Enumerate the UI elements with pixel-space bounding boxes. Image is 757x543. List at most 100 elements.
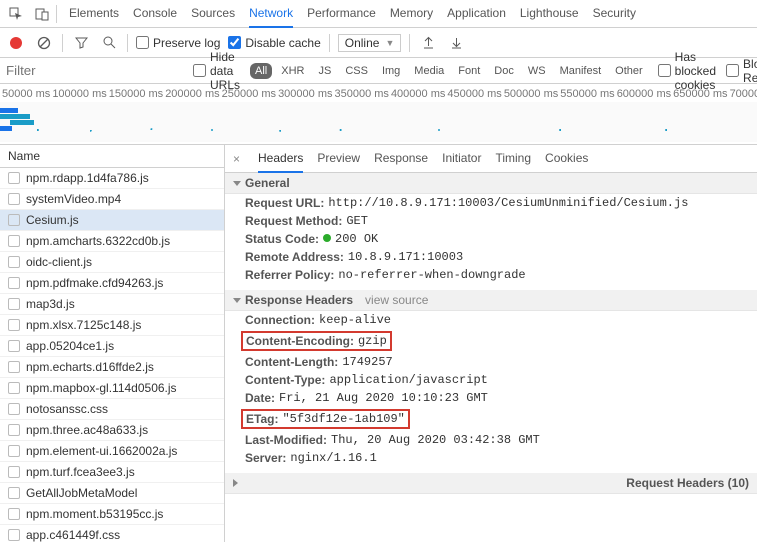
request-row[interactable]: npm.turf.fcea3ee3.js bbox=[0, 462, 224, 483]
request-row[interactable]: npm.moment.b53195cc.js bbox=[0, 504, 224, 525]
file-icon bbox=[8, 508, 20, 520]
header-key: Connection: bbox=[245, 313, 315, 327]
response-headers-section-header[interactable]: Response Headersview source bbox=[225, 290, 757, 311]
type-filter-font[interactable]: Font bbox=[453, 63, 485, 79]
filter-input[interactable] bbox=[6, 63, 183, 78]
request-name: npm.amcharts.6322cd0b.js bbox=[26, 234, 170, 248]
preserve-log-checkbox[interactable]: Preserve log bbox=[136, 36, 220, 50]
file-icon bbox=[8, 487, 20, 499]
timeline-tick: 300000 ms bbox=[276, 88, 332, 100]
type-filter-doc[interactable]: Doc bbox=[489, 63, 519, 79]
type-filter-xhr[interactable]: XHR bbox=[276, 63, 309, 79]
record-button[interactable] bbox=[6, 33, 26, 53]
timeline-overview[interactable]: 50000 ms100000 ms150000 ms200000 ms25000… bbox=[0, 84, 757, 145]
request-headers-section-header[interactable]: Request Headers (10) bbox=[225, 473, 757, 494]
request-row[interactable]: npm.amcharts.6322cd0b.js bbox=[0, 231, 224, 252]
panel-tab-application[interactable]: Application bbox=[447, 0, 506, 28]
upload-har-icon[interactable] bbox=[418, 33, 438, 53]
header-key: Content-Length: bbox=[245, 355, 338, 369]
request-row[interactable]: npm.xlsx.7125c148.js bbox=[0, 315, 224, 336]
file-icon bbox=[8, 256, 20, 268]
header-row: ETag:"5f3df12e-1ab109" bbox=[241, 409, 410, 429]
filter-bar: Hide data URLs AllXHRJSCSSImgMediaFontDo… bbox=[0, 58, 757, 84]
panel-tab-memory[interactable]: Memory bbox=[390, 0, 433, 28]
file-icon bbox=[8, 172, 20, 184]
request-row[interactable]: npm.echarts.d16ffde2.js bbox=[0, 357, 224, 378]
header-key: Server: bbox=[245, 451, 286, 465]
request-row[interactable]: npm.mapbox-gl.114d0506.js bbox=[0, 378, 224, 399]
request-row[interactable]: npm.three.ac48a633.js bbox=[0, 420, 224, 441]
detail-tab-headers[interactable]: Headers bbox=[258, 145, 303, 173]
timeline-tick: 400000 ms bbox=[389, 88, 445, 100]
disable-cache-checkbox[interactable]: Disable cache bbox=[228, 36, 320, 50]
panel-tab-elements[interactable]: Elements bbox=[69, 0, 119, 28]
request-name: npm.three.ac48a633.js bbox=[26, 423, 148, 437]
request-row[interactable]: npm.pdfmake.cfd94263.js bbox=[0, 273, 224, 294]
header-key: Remote Address: bbox=[245, 250, 344, 264]
timeline-tick: 50000 ms bbox=[0, 88, 50, 100]
devtools-toolbar: Elements Console Sources Network Performance… bbox=[0, 0, 757, 28]
header-key: Last-Modified: bbox=[245, 433, 327, 447]
detail-tab-response[interactable]: Response bbox=[374, 145, 428, 173]
file-icon bbox=[8, 445, 20, 457]
panel-tab-lighthouse[interactable]: Lighthouse bbox=[520, 0, 579, 28]
request-row[interactable]: notosanssc.css bbox=[0, 399, 224, 420]
name-column-header[interactable]: Name bbox=[0, 145, 224, 168]
detail-tab-initiator[interactable]: Initiator bbox=[442, 145, 481, 173]
request-row[interactable]: npm.element-ui.1662002a.js bbox=[0, 441, 224, 462]
hide-data-urls-checkbox[interactable]: Hide data URLs bbox=[193, 50, 240, 92]
header-value: application/javascript bbox=[329, 373, 487, 387]
request-row[interactable]: app.c461449f.css bbox=[0, 525, 224, 542]
panel-tab-security[interactable]: Security bbox=[593, 0, 636, 28]
request-row[interactable]: app.05204ce1.js bbox=[0, 336, 224, 357]
type-filter-js[interactable]: JS bbox=[313, 63, 336, 79]
request-row[interactable]: npm.rdapp.1d4fa786.js bbox=[0, 168, 224, 189]
type-filter-ws[interactable]: WS bbox=[523, 63, 551, 79]
panel-tab-performance[interactable]: Performance bbox=[307, 0, 376, 28]
close-detail-icon[interactable]: × bbox=[229, 152, 244, 166]
request-headers-title: Request Headers (10) bbox=[626, 476, 749, 490]
clear-button[interactable] bbox=[34, 33, 54, 53]
header-row: Remote Address:10.8.9.171:10003 bbox=[225, 248, 757, 266]
panel-tab-console[interactable]: Console bbox=[133, 0, 177, 28]
status-dot-icon bbox=[323, 234, 331, 242]
type-filter-css[interactable]: CSS bbox=[340, 63, 373, 79]
request-row[interactable]: GetAllJobMetaModel bbox=[0, 483, 224, 504]
header-key: ETag: bbox=[246, 412, 278, 426]
request-row[interactable]: systemVideo.mp4 bbox=[0, 189, 224, 210]
type-filter-all[interactable]: All bbox=[250, 63, 272, 79]
header-value: 1749257 bbox=[342, 355, 392, 369]
type-filter-media[interactable]: Media bbox=[409, 63, 449, 79]
request-row[interactable]: Cesium.js bbox=[0, 210, 224, 231]
throttling-select[interactable]: Online▼ bbox=[338, 34, 402, 52]
device-toggle-icon[interactable] bbox=[30, 3, 54, 25]
header-key: Content-Type: bbox=[245, 373, 325, 387]
file-icon bbox=[8, 466, 20, 478]
triangle-down-icon bbox=[233, 298, 241, 303]
file-icon bbox=[8, 298, 20, 310]
detail-tab-cookies[interactable]: Cookies bbox=[545, 145, 588, 173]
detail-tab-timing[interactable]: Timing bbox=[495, 145, 531, 173]
view-source-link[interactable]: view source bbox=[365, 293, 428, 307]
header-row: Content-Length: 1749257 bbox=[225, 353, 757, 371]
type-filter-img[interactable]: Img bbox=[377, 63, 405, 79]
header-row: Content-Type: application/javascript bbox=[225, 371, 757, 389]
inspect-element-icon[interactable] bbox=[4, 3, 28, 25]
header-key: Referrer Policy: bbox=[245, 268, 334, 282]
request-row[interactable]: map3d.js bbox=[0, 294, 224, 315]
search-icon[interactable] bbox=[99, 33, 119, 53]
blocked-requests-checkbox[interactable]: Blocked Requests bbox=[726, 57, 757, 85]
type-filter-other[interactable]: Other bbox=[610, 63, 648, 79]
panel-tab-network[interactable]: Network bbox=[249, 0, 293, 28]
request-name: oidc-client.js bbox=[26, 255, 92, 269]
request-list-panel: Name npm.rdapp.1d4fa786.jssystemVideo.mp… bbox=[0, 145, 225, 542]
timeline-tick: 250000 ms bbox=[220, 88, 276, 100]
download-har-icon[interactable] bbox=[446, 33, 466, 53]
panel-tab-sources[interactable]: Sources bbox=[191, 0, 235, 28]
request-row[interactable]: oidc-client.js bbox=[0, 252, 224, 273]
has-blocked-cookies-checkbox[interactable]: Has blocked cookies bbox=[658, 50, 716, 92]
type-filter-manifest[interactable]: Manifest bbox=[555, 63, 607, 79]
general-section-header[interactable]: General bbox=[225, 173, 757, 194]
filter-icon[interactable] bbox=[71, 33, 91, 53]
detail-tab-preview[interactable]: Preview bbox=[317, 145, 360, 173]
